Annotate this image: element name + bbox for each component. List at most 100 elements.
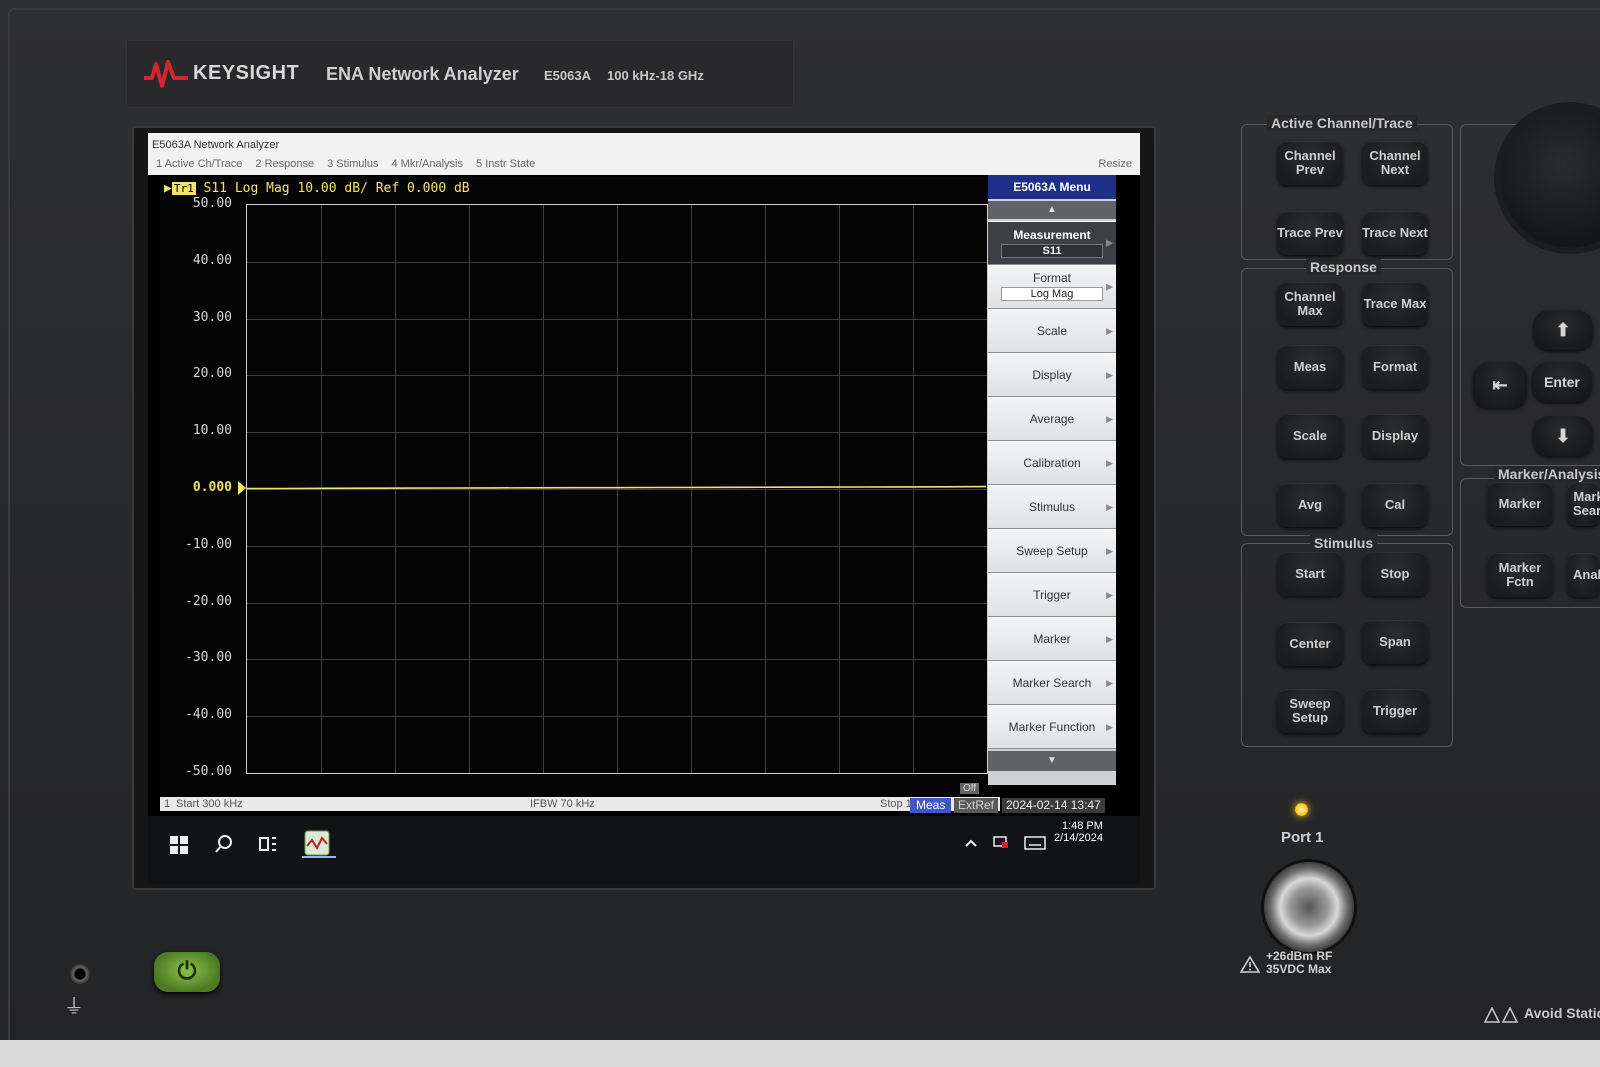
channel-prev-button[interactable]: Channel Prev xyxy=(1277,141,1343,185)
softkey-calibration[interactable]: Calibration ▶ xyxy=(988,441,1116,485)
app-titlebar: E5063A Network Analyzer 1 Active Ch/Trac… xyxy=(148,133,1140,175)
backspace-button[interactable]: ⇤ xyxy=(1473,362,1527,408)
softkey-format[interactable]: Format Log Mag ▶ xyxy=(988,265,1116,309)
trace-next-button[interactable]: Trace Next xyxy=(1362,211,1428,255)
rf-off-indicator[interactable]: Off xyxy=(960,783,980,794)
softkey-average[interactable]: Average ▶ xyxy=(988,397,1116,441)
network-icon[interactable] xyxy=(992,834,1010,852)
y-tick-label: -50.00 xyxy=(185,764,232,779)
softkey-marker[interactable]: Marker ▶ xyxy=(988,617,1116,661)
y-tick-label: -40.00 xyxy=(185,707,232,723)
submenu-arrow-icon: ▶ xyxy=(1106,546,1113,556)
trace-badge[interactable]: Tr1 xyxy=(171,182,196,195)
softkey-measurement-value: S11 xyxy=(1001,244,1103,258)
enter-button[interactable]: Enter xyxy=(1532,362,1592,402)
submenu-arrow-icon: ▶ xyxy=(1106,590,1113,600)
marker-search-button[interactable]: Marker Search xyxy=(1567,482,1600,526)
span-button[interactable]: Span xyxy=(1362,620,1428,664)
trace-max-button[interactable]: Trace Max xyxy=(1362,282,1428,326)
ena-app-icon[interactable] xyxy=(304,830,330,856)
taskbar-date: 2/14/2024 xyxy=(1054,832,1103,844)
softkey-menu-title: E5063A Menu xyxy=(988,175,1116,199)
trace-header: ▶ Tr1 S11 Log Mag 10.00 dB/ Ref 0.000 dB xyxy=(164,181,470,196)
ground-icon: ⏚ xyxy=(64,996,84,1018)
model-number: E5063A xyxy=(544,68,591,83)
y-tick-label: 10.00 xyxy=(192,423,232,439)
softkey-label: Scale xyxy=(1036,324,1068,338)
marker-button[interactable]: Marker xyxy=(1487,482,1553,526)
channel-number: 1 xyxy=(164,798,171,810)
softkey-marker-function[interactable]: Marker Function ▶ xyxy=(988,705,1116,749)
softkey-display[interactable]: Display ▶ xyxy=(988,353,1116,397)
softkey-scroll-down[interactable]: ▼ xyxy=(988,751,1116,771)
chevron-up-icon[interactable] xyxy=(964,838,978,848)
meas-button[interactable]: Meas xyxy=(1277,345,1343,389)
display-button[interactable]: Display xyxy=(1362,414,1428,458)
avoid-static-label: Avoid Static xyxy=(1524,1005,1600,1021)
softkey-format-label: Format xyxy=(1032,271,1071,285)
submenu-arrow-icon: ▶ xyxy=(1106,458,1113,468)
arrow-up-button[interactable]: ⬆ xyxy=(1533,310,1593,350)
headphone-jack[interactable] xyxy=(70,964,90,984)
trace-plot xyxy=(238,481,996,495)
tab-mkr-analysis[interactable]: 4 Mkr/Analysis xyxy=(391,158,463,170)
port-1-connector[interactable] xyxy=(1264,862,1354,952)
marker-analysis-title: Marker/Analysis xyxy=(1494,466,1600,482)
softkey-stimulus[interactable]: Stimulus ▶ xyxy=(988,485,1116,529)
taskbar-time: 1:48 PM xyxy=(1061,820,1103,832)
softkey-measurement-label: Measurement xyxy=(1013,228,1091,242)
start-frequency[interactable]: Start 300 kHz xyxy=(176,798,243,810)
instrument-datetime: 2024-02-14 13:47 xyxy=(1002,798,1105,813)
tab-response[interactable]: 2 Response xyxy=(255,158,314,170)
sweep-setup-button[interactable]: Sweep Setup xyxy=(1277,689,1343,733)
softkey-scale[interactable]: Scale ▶ xyxy=(988,309,1116,353)
channel-status-line: 1 Start 300 kHz IFBW 70 kHz Stop 18 GHz xyxy=(160,797,1000,811)
y-tick-label: -30.00 xyxy=(185,650,232,666)
marker-fctn-button[interactable]: Marker Fctn xyxy=(1487,553,1553,597)
windows-taskbar: 1:48 PM 2/14/2024 xyxy=(148,816,1140,884)
trigger-button[interactable]: Trigger xyxy=(1362,689,1428,733)
softkey-scroll-up[interactable]: ▲ xyxy=(988,201,1116,219)
tab-active-ch-trace[interactable]: 1 Active Ch/Trace xyxy=(156,158,242,170)
meas-indicator: Meas xyxy=(910,798,952,813)
analysis-button[interactable]: Analysis xyxy=(1567,553,1600,597)
avg-button[interactable]: Avg xyxy=(1277,483,1343,527)
start-button[interactable]: Start xyxy=(1277,552,1343,596)
taskbar-clock[interactable]: 1:48 PM 2/14/2024 xyxy=(1054,820,1103,844)
submenu-arrow-icon: ▶ xyxy=(1106,502,1113,512)
stop-button[interactable]: Stop xyxy=(1362,552,1428,596)
tab-instr-state[interactable]: 5 Instr State xyxy=(476,158,535,170)
y-tick-label: 30.00 xyxy=(192,309,232,325)
resize-button[interactable]: Resize xyxy=(1098,158,1132,170)
softkey-measurement[interactable]: Measurement S11 ▶ xyxy=(988,221,1116,265)
softkey-marker-search[interactable]: Marker Search ▶ xyxy=(988,661,1116,705)
frequency-range: 100 kHz-18 GHz xyxy=(607,68,704,83)
scale-button[interactable]: Scale xyxy=(1277,414,1343,458)
softkey-trigger[interactable]: Trigger ▶ xyxy=(988,573,1116,617)
submenu-arrow-icon: ▶ xyxy=(1106,678,1113,688)
keyboard-icon[interactable] xyxy=(1024,836,1046,850)
esd-warning-icon xyxy=(1484,1007,1519,1023)
bottom-strip xyxy=(0,1040,1600,1067)
channel-next-button[interactable]: Channel Next xyxy=(1362,141,1428,185)
tab-stimulus[interactable]: 3 Stimulus xyxy=(327,158,378,170)
cal-button[interactable]: Cal xyxy=(1362,483,1428,527)
ref-marker-left-icon xyxy=(238,481,246,495)
arrow-down-button[interactable]: ⬇ xyxy=(1533,416,1593,456)
ifbw-value[interactable]: IFBW 70 kHz xyxy=(530,798,595,810)
trace-prev-button[interactable]: Trace Prev xyxy=(1277,211,1343,255)
windows-start-icon[interactable] xyxy=(170,836,188,854)
port-1-label: Port 1 xyxy=(1281,829,1324,846)
submenu-arrow-icon: ▶ xyxy=(1106,281,1113,292)
softkey-sweep-setup[interactable]: Sweep Setup ▶ xyxy=(988,529,1116,573)
task-view-icon[interactable] xyxy=(258,834,278,854)
window-title: E5063A Network Analyzer xyxy=(152,139,280,151)
power-button[interactable]: ⏻ xyxy=(154,952,220,992)
center-button[interactable]: Center xyxy=(1277,622,1343,666)
trace-line-tr1 xyxy=(245,485,987,490)
search-icon[interactable] xyxy=(214,834,234,854)
channel-max-button[interactable]: Channel Max xyxy=(1277,282,1343,326)
warning-icon xyxy=(1240,955,1260,973)
trace-settings: S11 Log Mag 10.00 dB/ Ref 0.000 dB xyxy=(203,181,470,196)
format-button[interactable]: Format xyxy=(1362,345,1428,389)
